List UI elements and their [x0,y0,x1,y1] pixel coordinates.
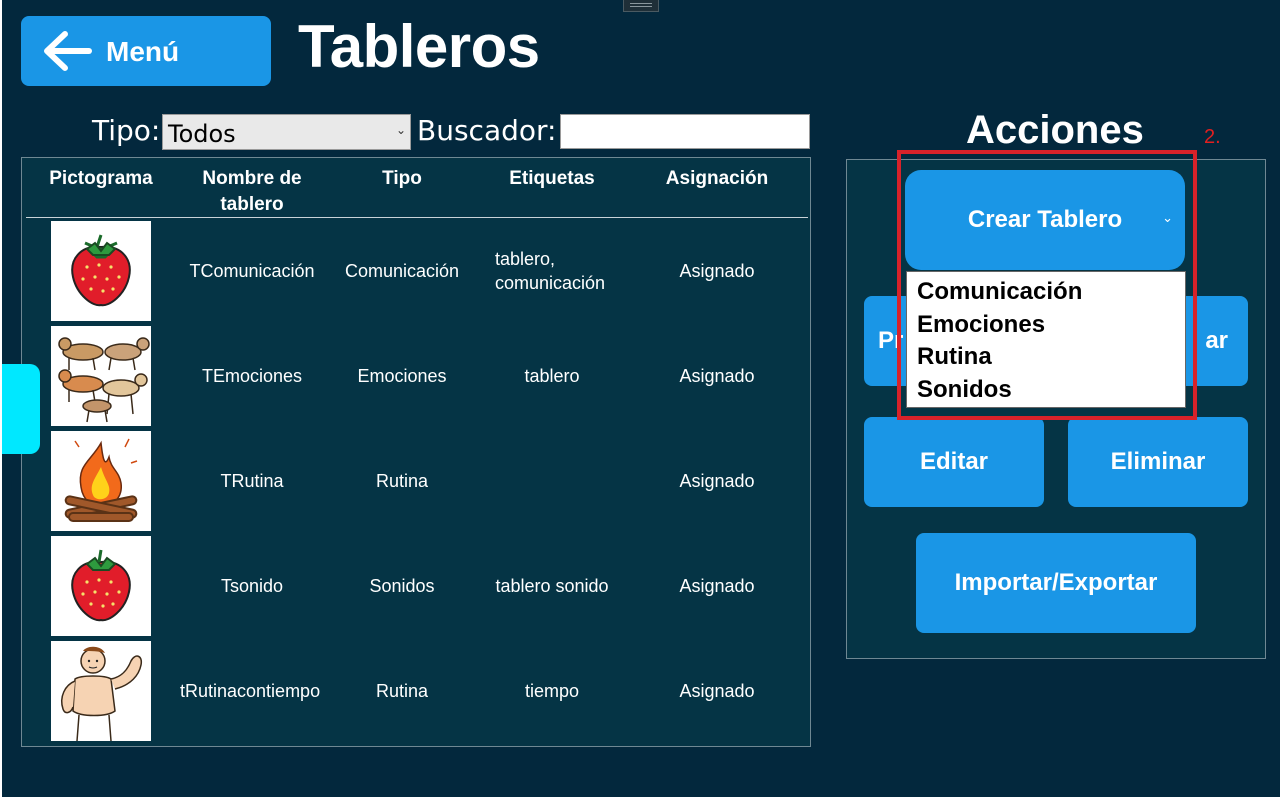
search-input[interactable] [560,114,810,149]
window-grip-handle[interactable] [623,0,659,12]
copiar-button-label: ar [1205,327,1228,354]
cell-asignacion: Asignado [679,576,755,596]
table-row[interactable]: tRutinacontiempo Rutina tiempo Asignado [22,638,810,743]
cell-tipo: Emociones [357,366,447,386]
buscador-label: Buscador: [417,114,557,147]
strawberry-icon [51,221,151,321]
cell-asignacion: Asignado [679,261,755,281]
acciones-title: Acciones [966,108,1144,152]
page-title: Tableros [298,13,540,80]
tipo-select[interactable]: Todos ⌄ [162,114,411,150]
editar-button[interactable]: Editar [864,417,1044,507]
boards-table: Pictograma Nombre de tablero Tipo Etique… [21,157,811,747]
editar-button-label: Editar [919,448,988,475]
cell-nombre: TEmociones [201,366,303,386]
dropdown-option-emociones[interactable]: Emociones [907,309,1185,342]
dogs-icon [51,326,151,426]
eliminar-button[interactable]: Eliminar [1068,417,1248,507]
probar-button-label: Pr [878,327,904,354]
cell-asignacion: Asignado [679,471,755,491]
column-header-asignacion[interactable]: Asignación [647,166,787,192]
cell-etiquetas: tablero sonido [495,576,609,596]
importar-exportar-button[interactable]: Importar/Exportar [916,533,1196,633]
crear-tablero-label: Crear Tablero [967,206,1123,233]
dropdown-option-sonidos[interactable]: Sonidos [907,374,1185,407]
chevron-down-icon: ⌄ [395,123,406,137]
cell-tipo: Rutina [375,471,429,491]
campfire-icon [51,431,151,531]
cell-tipo: Sonidos [369,576,435,596]
strawberry-icon [51,536,151,636]
column-header-nombre[interactable]: Nombre de tablero [182,166,322,218]
app-window: Menú Tableros Tipo: Todos ⌄ Buscador: Pi… [2,0,1280,797]
table-row[interactable]: TComunicación Comunicación tablero, comu… [22,218,810,323]
crear-tablero-button[interactable]: Crear Tablero ⌄ [905,170,1185,270]
column-header-tipo[interactable]: Tipo [342,166,462,192]
cell-asignacion: Asignado [679,681,755,701]
chevron-down-icon: ⌄ [1162,210,1173,225]
cell-tipo: Comunicación [344,261,460,281]
crear-tablero-dropdown: Comunicación Emociones Rutina Sonidos [906,271,1186,408]
table-row[interactable]: TRutina Rutina Asignado [22,428,810,533]
strong-man-icon [51,641,151,741]
cell-nombre: Tsonido [220,576,284,596]
cell-nombre: TRutina [220,471,284,491]
menu-button-label: Menú [106,36,180,67]
cell-nombre: TComunicación [189,261,315,281]
column-header-etiquetas[interactable]: Etiquetas [477,166,627,192]
cell-tipo: Rutina [375,681,429,701]
dropdown-option-rutina[interactable]: Rutina [907,341,1185,374]
cell-asignacion: Asignado [679,366,755,386]
tipo-select-value: Todos [168,120,236,148]
importar-exportar-label: Importar/Exportar [954,569,1158,596]
table-row[interactable]: TEmociones Emociones tablero Asignado [22,323,810,428]
step-marker: 2. [1204,126,1221,148]
table-header: Pictograma Nombre de tablero Tipo Etique… [22,158,810,218]
cell-etiquetas: tablero [524,366,580,386]
column-header-pictograma[interactable]: Pictograma [36,166,166,192]
arrow-left-icon [44,31,92,71]
menu-back-button[interactable]: Menú [21,16,271,86]
cell-etiquetas: tiempo [524,681,580,701]
cell-etiquetas: tablero, comunicación [495,249,606,293]
eliminar-button-label: Eliminar [1110,448,1206,475]
table-row[interactable]: Tsonido Sonidos tablero sonido Asignado [22,533,810,638]
cell-nombre: tRutinacontiempo [180,681,320,701]
dropdown-option-comunicacion[interactable]: Comunicación [907,276,1185,309]
side-panel-tab[interactable] [2,364,40,454]
tipo-label: Tipo: [92,114,161,147]
